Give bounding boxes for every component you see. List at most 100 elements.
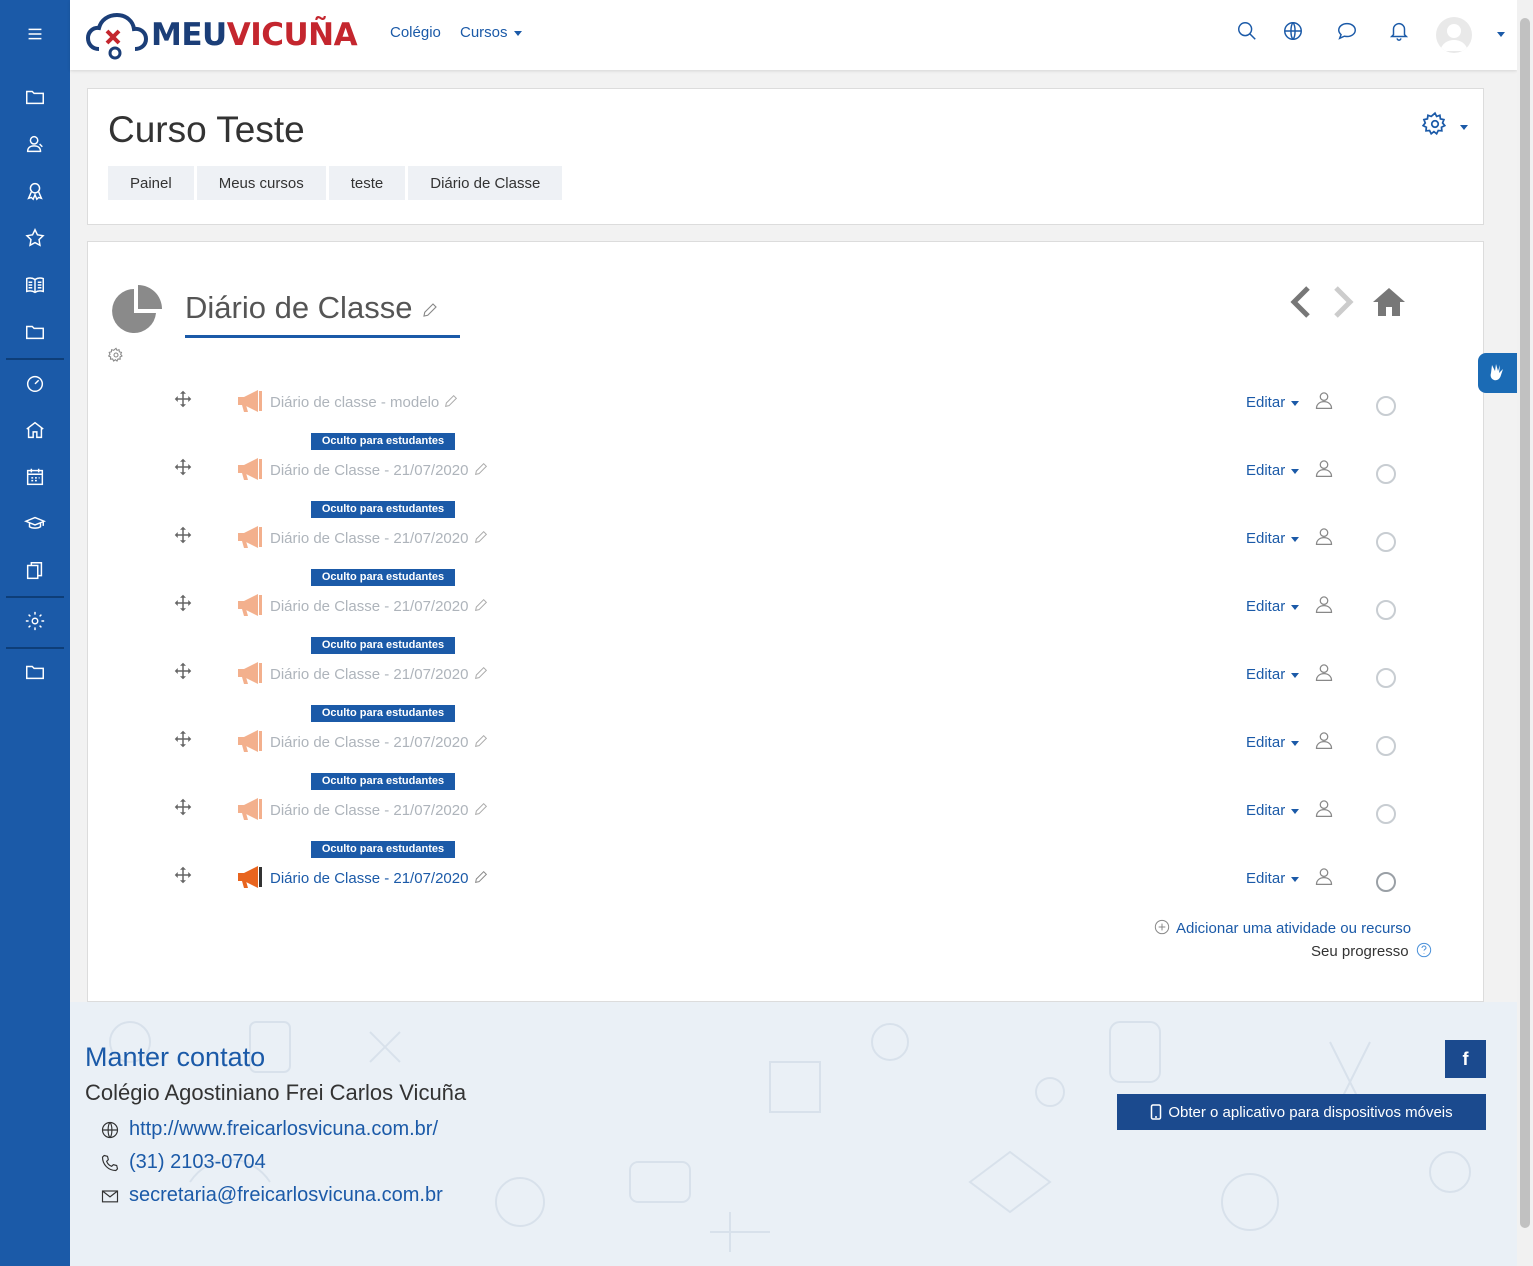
- edit-pencil-icon[interactable]: [443, 393, 459, 409]
- course-settings-menu[interactable]: [1421, 111, 1468, 142]
- move-icon[interactable]: [174, 594, 192, 612]
- sidebar-item-grades[interactable]: [0, 263, 70, 307]
- help-icon[interactable]: [1416, 942, 1432, 958]
- completion-checkbox[interactable]: [1376, 532, 1396, 552]
- edit-menu-button[interactable]: Editar: [1246, 598, 1300, 615]
- activity-row: Diário de Classe - 21/07/2020 Editar: [88, 456, 1485, 486]
- completion-checkbox[interactable]: [1376, 668, 1396, 688]
- mobile-app-button[interactable]: Obter o aplicativo para dispositivos móv…: [1117, 1094, 1486, 1130]
- messages-button[interactable]: [1336, 20, 1362, 46]
- sidebar-item-courses[interactable]: [0, 502, 70, 546]
- sidebar-item-folder[interactable]: [0, 650, 70, 694]
- facebook-button[interactable]: f: [1445, 1040, 1486, 1078]
- user-icon[interactable]: [1314, 594, 1334, 614]
- section-settings-button[interactable]: [107, 347, 124, 368]
- edit-menu-button[interactable]: Editar: [1246, 870, 1300, 887]
- sidebar-item-section[interactable]: [0, 310, 70, 354]
- activity-link[interactable]: Diário de Classe - 21/07/2020: [270, 869, 489, 887]
- sidebar-item-participants[interactable]: [0, 122, 70, 166]
- move-icon[interactable]: [174, 662, 192, 680]
- edit-pencil-icon[interactable]: [473, 801, 489, 817]
- edit-menu-button[interactable]: Editar: [1246, 462, 1300, 479]
- sidebar-item-dashboard[interactable]: [0, 361, 70, 405]
- activity-link[interactable]: Diário de Classe - 21/07/2020: [270, 665, 489, 683]
- sidebar-item-home[interactable]: [0, 408, 70, 452]
- hidden-for-students-badge: Oculto para estudantes: [311, 433, 455, 450]
- edit-menu-button[interactable]: Editar: [1246, 802, 1300, 819]
- avatar-icon: [1440, 24, 1468, 51]
- user-icon[interactable]: [1314, 390, 1334, 410]
- user-icon[interactable]: [1314, 458, 1334, 478]
- footer-phone[interactable]: (31) 2103-0704: [100, 1151, 266, 1174]
- breadcrumb-item[interactable]: Meus cursos: [193, 166, 326, 200]
- activity-link[interactable]: Diário de Classe - 21/07/2020: [270, 461, 489, 479]
- edit-menu-button[interactable]: Editar: [1246, 394, 1300, 411]
- move-icon[interactable]: [174, 390, 192, 408]
- activity-link[interactable]: Diário de classe - modelo: [270, 393, 459, 411]
- gear-icon: [107, 347, 123, 362]
- add-activity-link[interactable]: Adicionar uma atividade ou recurso: [1154, 919, 1411, 937]
- breadcrumb-item[interactable]: teste: [325, 166, 406, 200]
- sidebar-item-content-bank[interactable]: [0, 549, 70, 593]
- search-button[interactable]: [1236, 20, 1262, 46]
- move-icon[interactable]: [174, 798, 192, 816]
- edit-pencil-icon[interactable]: [421, 301, 439, 319]
- footer-website[interactable]: http://www.freicarlosvicuna.com.br/: [100, 1118, 438, 1141]
- scrollbar-thumb[interactable]: [1520, 18, 1530, 1228]
- user-icon[interactable]: [1314, 798, 1334, 818]
- course-header: Curso Teste Painel Meus cursos teste Diá…: [87, 88, 1484, 225]
- user-icon[interactable]: [1314, 730, 1334, 750]
- completion-checkbox[interactable]: [1376, 600, 1396, 620]
- edit-pencil-icon[interactable]: [473, 597, 489, 613]
- edit-pencil-icon[interactable]: [473, 461, 489, 477]
- breadcrumb-item[interactable]: Painel: [108, 166, 194, 200]
- cloud-logo-icon: [85, 12, 149, 60]
- sidebar-item-folder[interactable]: [0, 75, 70, 119]
- notifications-button[interactable]: [1388, 20, 1414, 46]
- accessibility-widget-button[interactable]: [1478, 353, 1517, 393]
- activity-link[interactable]: Diário de Classe - 21/07/2020: [270, 597, 489, 615]
- edit-menu-button[interactable]: Editar: [1246, 530, 1300, 547]
- edit-pencil-icon[interactable]: [473, 733, 489, 749]
- home-icon[interactable]: [1372, 286, 1406, 318]
- edit-menu-button[interactable]: Editar: [1246, 734, 1300, 751]
- user-avatar[interactable]: [1436, 17, 1472, 53]
- edit-pencil-icon[interactable]: [473, 529, 489, 545]
- user-menu-chevron-icon[interactable]: [1497, 32, 1505, 37]
- gear-icon: [1421, 111, 1447, 136]
- vertical-scrollbar[interactable]: [1517, 0, 1533, 1266]
- menu-toggle-button[interactable]: [0, 12, 70, 56]
- user-icon[interactable]: [1314, 866, 1334, 886]
- edit-menu-button[interactable]: Editar: [1246, 666, 1300, 683]
- user-icon[interactable]: [1314, 662, 1334, 682]
- edit-pencil-icon[interactable]: [473, 665, 489, 681]
- search-icon: [1238, 22, 1256, 40]
- footer-email[interactable]: secretaria@freicarlosvicuna.com.br: [100, 1184, 443, 1207]
- completion-checkbox[interactable]: [1376, 464, 1396, 484]
- completion-checkbox[interactable]: [1376, 736, 1396, 756]
- activity-link[interactable]: Diário de Classe - 21/07/2020: [270, 529, 489, 547]
- user-icon[interactable]: [1314, 526, 1334, 546]
- sidebar-item-competencies[interactable]: [0, 216, 70, 260]
- activity-link[interactable]: Diário de Classe - 21/07/2020: [270, 801, 489, 819]
- activity-link[interactable]: Diário de Classe - 21/07/2020: [270, 733, 489, 751]
- move-icon[interactable]: [174, 866, 192, 884]
- sidebar-item-calendar[interactable]: [0, 455, 70, 499]
- calendar-icon: [26, 468, 44, 486]
- sidebar-item-admin[interactable]: [0, 599, 70, 643]
- site-logo[interactable]: MEUVICUÑA: [85, 8, 358, 62]
- move-icon[interactable]: [174, 458, 192, 476]
- edit-pencil-icon[interactable]: [473, 869, 489, 885]
- move-icon[interactable]: [174, 730, 192, 748]
- next-section-icon[interactable]: [1326, 284, 1358, 320]
- nav-link-colegio[interactable]: Colégio: [390, 24, 441, 41]
- breadcrumb-item[interactable]: Diário de Classe: [405, 166, 562, 200]
- completion-checkbox[interactable]: [1376, 872, 1396, 892]
- sidebar-item-badges[interactable]: [0, 169, 70, 213]
- nav-link-cursos[interactable]: Cursos: [460, 24, 522, 41]
- completion-checkbox[interactable]: [1376, 396, 1396, 416]
- completion-checkbox[interactable]: [1376, 804, 1396, 824]
- previous-section-icon[interactable]: [1286, 284, 1318, 320]
- language-button[interactable]: [1282, 20, 1308, 46]
- move-icon[interactable]: [174, 526, 192, 544]
